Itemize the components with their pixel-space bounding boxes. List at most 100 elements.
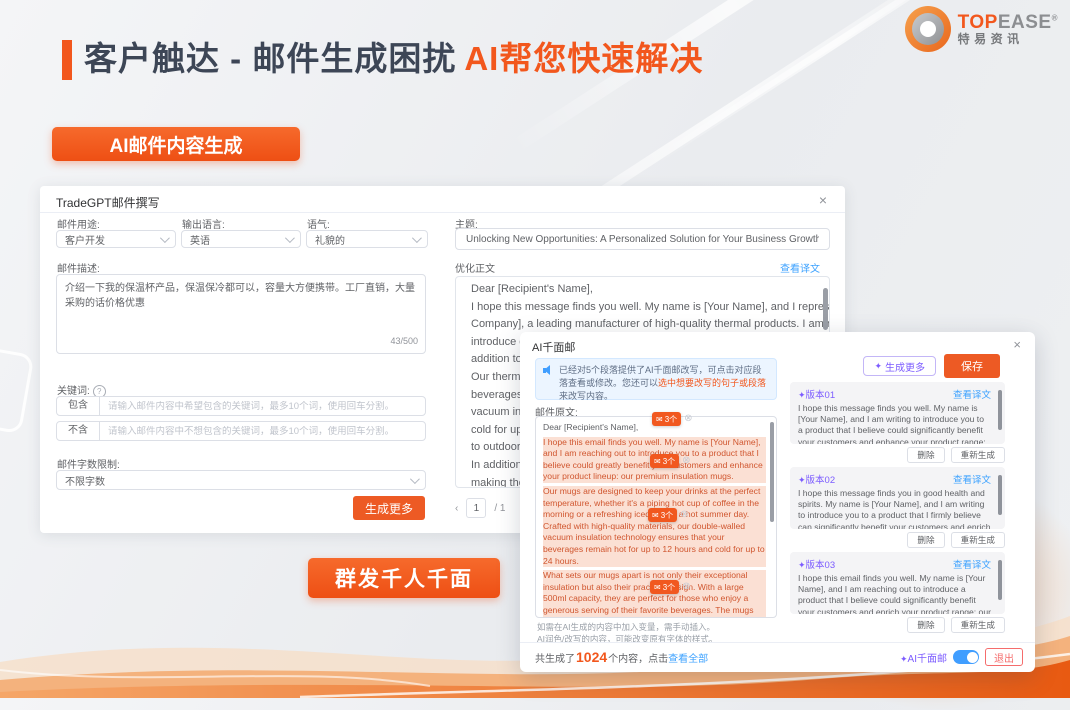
version-title: ✦版本01 <box>798 387 835 401</box>
chevron-down-icon <box>285 233 295 243</box>
dismiss-icon[interactable]: ⊗ <box>682 582 690 592</box>
rewrite-count-badge[interactable]: ✉3个⊗ <box>648 508 689 522</box>
scrollbar-thumb[interactable] <box>998 475 1002 515</box>
delete-button[interactable]: 删除 <box>907 532 944 548</box>
version-card[interactable]: ✦版本01 查看译文 I hope this message finds you… <box>790 382 1005 444</box>
scrollbar-thumb[interactable] <box>770 422 774 522</box>
purpose-label: 邮件用途: <box>57 216 100 231</box>
version-card[interactable]: ✦版本03 查看译文 I hope this email finds you w… <box>790 552 1005 614</box>
sparkle-icon: ✦ <box>798 475 806 485</box>
version-item: ✦版本01 查看译文 I hope this message finds you… <box>790 382 1005 463</box>
generation-stats: 共生成了1024个内容，点击查看全部 <box>535 649 708 665</box>
toggle-label: ✦AI千面邮 <box>900 650 947 665</box>
version-text: I hope this email finds you well. My nam… <box>798 573 991 614</box>
logo-wordmark: TOPEASE® <box>958 13 1058 33</box>
view-all-link[interactable]: 查看全部 <box>668 650 708 665</box>
view-translation-link[interactable]: 查看译文 <box>953 557 991 571</box>
scrollbar-thumb[interactable] <box>998 390 1002 430</box>
logo-cn-name: 特易资讯 <box>958 33 1058 46</box>
body-line: I hope this message finds you well. My n… <box>471 299 829 317</box>
word-limit-value: 不限字数 <box>65 473 105 488</box>
regenerate-button[interactable]: 重新生成 <box>951 532 1005 548</box>
page-number[interactable]: 1 <box>466 498 486 518</box>
include-label: 包含 <box>57 397 100 415</box>
version-item: ✦版本02 查看译文 I hope this message finds you… <box>790 467 1005 548</box>
chevron-down-icon <box>412 233 422 243</box>
tone-value: 礼貌的 <box>315 232 345 247</box>
email-paragraph[interactable]: What sets our mugs apart is not only the… <box>543 570 766 618</box>
sparkle-icon: ✦ <box>798 560 806 570</box>
delete-button[interactable]: 删除 <box>907 617 944 633</box>
include-keywords-row: 包含 <box>56 396 426 416</box>
tone-label: 语气: <box>307 216 330 231</box>
envelope-icon: ✉ <box>654 457 661 466</box>
view-translation-link[interactable]: 查看译文 <box>953 472 991 486</box>
dismiss-icon[interactable]: ⊗ <box>682 456 690 466</box>
bg-ring-decor <box>0 346 35 435</box>
ai-email-generate-badge: AI邮件内容生成 <box>52 127 300 161</box>
delete-button[interactable]: 删除 <box>907 447 944 463</box>
rewrite-count-badge[interactable]: ✉3个⊗ <box>650 454 691 468</box>
dismiss-icon[interactable]: ⊗ <box>684 414 692 424</box>
version-text: I hope this message finds you well. My n… <box>798 403 991 444</box>
char-counter: 43/500 <box>56 336 418 346</box>
sparkle-icon: ✦ <box>798 390 806 400</box>
page-title-orange: AI帮您快速解决 <box>464 40 703 77</box>
view-translation-link[interactable]: 查看译文 <box>780 260 820 275</box>
subject-input[interactable] <box>455 228 830 250</box>
divider <box>520 642 1035 643</box>
logo-ring-icon <box>905 6 951 52</box>
purpose-value: 客户开发 <box>65 232 105 247</box>
generated-count: 1024 <box>576 649 607 665</box>
overlay-title: AI千面邮 <box>532 339 575 355</box>
word-limit-label: 邮件字数限制: <box>57 456 120 471</box>
save-button[interactable]: 保存 <box>944 354 1000 378</box>
rewrite-count-badge[interactable]: ✉3个⊗ <box>650 580 691 594</box>
page-title: 客户触达 - 邮件生成困扰AI帮您快速解决 <box>84 32 703 80</box>
exit-button[interactable]: 退出 <box>985 648 1023 666</box>
notice-text: 已经对5个段落提供了AI千面邮改写，可点击对应段落查看或修改。您还可以选中想要改… <box>559 364 769 394</box>
version-list: ✦版本01 查看译文 I hope this message finds you… <box>790 382 1005 637</box>
description-label: 邮件描述: <box>57 260 100 275</box>
envelope-icon: ✉ <box>654 583 661 592</box>
scrollbar-thumb[interactable] <box>823 288 828 330</box>
envelope-icon: ✉ <box>652 511 659 520</box>
chevron-down-icon <box>410 474 420 484</box>
version-item: ✦版本03 查看译文 I hope this email finds you w… <box>790 552 1005 633</box>
language-select[interactable]: 英语 <box>181 230 301 248</box>
email-paragraph[interactable]: Our mugs are designed to keep your drink… <box>543 486 766 567</box>
regenerate-button[interactable]: 重新生成 <box>951 447 1005 463</box>
hint-line: 如需在AI生成的内容中加入变量，需手动插入。 <box>537 622 717 634</box>
prev-page-icon[interactable]: ‹ <box>455 503 458 514</box>
version-card[interactable]: ✦版本02 查看译文 I hope this message finds you… <box>790 467 1005 529</box>
page-total: / 1 <box>494 503 505 514</box>
composer-title: TradeGPT邮件撰写 <box>56 194 160 211</box>
version-title: ✦版本02 <box>798 472 835 486</box>
version-title: ✦版本03 <box>798 557 835 571</box>
tone-select[interactable]: 礼貌的 <box>306 230 428 248</box>
close-icon[interactable]: × <box>819 192 827 208</box>
version-text: I hope this message finds you in good he… <box>798 488 991 529</box>
select-sentence-link[interactable]: 选中想要改写的句子或段落 <box>658 378 766 388</box>
pagination: ‹ 1 / 1 <box>455 498 505 518</box>
rewrite-count-badge[interactable]: ✉3个⊗ <box>652 412 693 426</box>
generate-more-versions-button[interactable]: ✦生成更多 <box>863 356 936 376</box>
ai-qianmian-toggle[interactable] <box>953 650 979 664</box>
dismiss-icon[interactable]: ⊗ <box>680 510 688 520</box>
include-keywords-input[interactable] <box>100 401 425 412</box>
generate-more-button[interactable]: 生成更多 <box>353 496 425 520</box>
title-accent-bar <box>62 40 72 80</box>
exclude-keywords-input[interactable] <box>100 426 425 437</box>
envelope-icon: ✉ <box>656 415 663 424</box>
close-icon[interactable]: × <box>1013 337 1021 352</box>
body-label: 优化正文 <box>455 260 495 275</box>
scrollbar-thumb[interactable] <box>998 560 1002 600</box>
exclude-keywords-row: 不含 <box>56 421 426 441</box>
word-limit-select[interactable]: 不限字数 <box>56 470 426 490</box>
view-translation-link[interactable]: 查看译文 <box>953 387 991 401</box>
purpose-select[interactable]: 客户开发 <box>56 230 176 248</box>
topease-logo: TOPEASE® 特易资讯 <box>905 6 1058 52</box>
regenerate-button[interactable]: 重新生成 <box>951 617 1005 633</box>
body-line: Dear [Recipient's Name], <box>471 281 829 299</box>
chevron-down-icon <box>160 233 170 243</box>
